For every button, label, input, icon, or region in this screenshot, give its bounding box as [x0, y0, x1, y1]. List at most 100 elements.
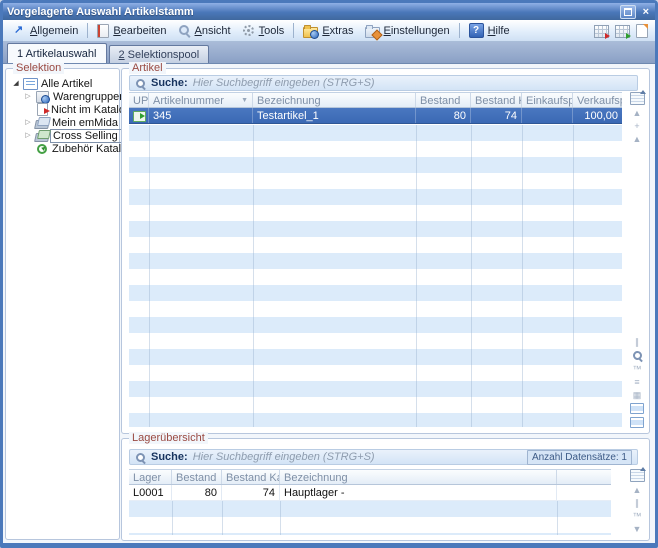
link-green-icon [133, 111, 146, 122]
dialog-window: Vorgelagerte Auswahl Artikelstamm × Allg… [0, 0, 658, 548]
column-header-up[interactable]: UP [129, 93, 149, 107]
sort-indicator-icon[interactable]: ▼ [241, 97, 248, 104]
tab-artikelauswahl[interactable]: 1 Artikelauswahl [7, 43, 107, 63]
tree-item-cross-selling-katalog[interactable]: Cross Selling Katalog [8, 129, 117, 142]
package-globe-icon [36, 91, 49, 103]
column-header-bestand[interactable]: Bestand [172, 470, 222, 484]
tree-item-mein-emmida[interactable]: Mein emMida [8, 116, 117, 129]
arrow-up-right-icon [13, 24, 26, 37]
content-area: Selektion Alle Artikel Warengruppen Nich… [3, 64, 655, 543]
selektion-group: Selektion Alle Artikel Warengruppen Nich… [5, 68, 120, 540]
close-button[interactable]: × [641, 6, 651, 18]
lager-grid-header: Lager Bestand Bestand Kalk. Bezeichnung [129, 469, 611, 485]
artikel-side-toolbar: ▲ + ▲ ∥ ™ ≡ ▦ [628, 92, 646, 428]
expander-collapsed-icon[interactable] [24, 116, 32, 129]
folder-wrench-icon [365, 27, 380, 38]
column-header-bestand[interactable]: Bestand [416, 93, 471, 107]
cell-bestand-kalk: 74 [471, 108, 522, 123]
column-header-einkaufspreis[interactable]: Einkaufspreis [522, 93, 573, 107]
table-import-green-icon[interactable] [615, 25, 630, 38]
expander-expanded-icon[interactable] [12, 77, 20, 90]
column-header-bestand-kalk[interactable]: Bestand Kalk. [222, 470, 280, 484]
tree-item-alle-artikel[interactable]: Alle Artikel [8, 77, 117, 90]
column-header-bezeichnung[interactable]: Bezeichnung [280, 470, 557, 484]
menu-item-ansicht[interactable]: Ansicht [173, 23, 236, 38]
scroll-down-icon[interactable]: ▼ [633, 524, 642, 534]
books-icon [35, 117, 49, 129]
cell-artikelnummer: 345 [149, 108, 253, 123]
cell-bezeichnung: Testartikel_1 [253, 108, 416, 123]
layout-icon[interactable]: ▦ [633, 390, 642, 400]
search-placeholder: Hier Suchbegriff eingeben (STRG+S) [193, 77, 375, 89]
menu-item-einstellungen[interactable]: Einstellungen [360, 23, 455, 39]
lager-empty-rows [129, 501, 611, 535]
expander-collapsed-icon[interactable] [24, 90, 32, 103]
cell-einkaufspreis [522, 108, 573, 123]
view-compact-icon[interactable] [630, 403, 644, 414]
magnifier-icon [178, 24, 191, 37]
lager-grid: Lager Bestand Bestand Kalk. Bezeichnung … [129, 469, 611, 501]
view-list-icon[interactable] [630, 417, 644, 428]
lager-side-toolbar: ▲ ∥ ™ ▼ [628, 469, 646, 535]
scroll-up-icon[interactable]: ▲ [633, 134, 642, 144]
cell-bestand: 80 [172, 485, 222, 500]
tree-item-nicht-im-katalog[interactable]: Nicht im Katalog [8, 103, 117, 116]
restore-icon [624, 8, 632, 16]
lager-row[interactable]: L0001 80 74 Hauptlager - [129, 485, 611, 501]
recycle-icon [37, 144, 47, 154]
tab-selektionspool[interactable]: 2 Selektionspool [109, 45, 210, 63]
help-icon: ? [469, 23, 484, 38]
tab-strip: 1 Artikelauswahl 2 Selektionspool [3, 42, 655, 64]
cell-bezeichnung: Hauptlager - [280, 485, 557, 500]
column-header-verkaufspreis[interactable]: Verkaufspreis [573, 93, 622, 107]
gear-icon [242, 24, 255, 37]
artikel-search-input[interactable]: Suche: Hier Suchbegriff eingeben (STRG+S… [129, 75, 638, 91]
expander-collapsed-icon[interactable] [24, 129, 32, 142]
group-panel-icon[interactable]: ∥ [635, 337, 640, 347]
column-header-lager[interactable]: Lager [129, 470, 172, 484]
list-icon [23, 78, 38, 90]
add-row-icon[interactable]: + [634, 121, 639, 131]
search-placeholder: Hier Suchbegriff eingeben (STRG+S) [193, 451, 375, 463]
column-header-bestand-kalk[interactable]: Bestand Kalk. [471, 93, 522, 107]
tree-item-zubehoer-katalog[interactable]: Zubehör Katalog [8, 142, 117, 155]
menu-item-extras[interactable]: Extras [298, 23, 358, 39]
search-icon [135, 78, 146, 89]
menu-item-allgemein[interactable]: Allgemein [8, 23, 83, 38]
column-chooser-icon[interactable] [630, 469, 645, 482]
search-icon [135, 452, 146, 463]
artikel-row-selected[interactable]: 345 Testartikel_1 80 74 100,00 [129, 108, 622, 124]
window-title: Vorgelagerte Auswahl Artikelstamm [7, 6, 194, 18]
cell-verkaufspreis: 100,00 [573, 108, 622, 123]
menu-item-bearbeiten[interactable]: Bearbeiten [92, 23, 171, 39]
cell-bestand-kalk: 74 [222, 485, 280, 500]
best-fit-icon[interactable]: ™ [633, 511, 642, 521]
column-chooser-icon[interactable] [630, 92, 645, 105]
restore-button[interactable] [620, 5, 636, 19]
lager-group: Lagerübersicht Suche: Hier Suchbegriff e… [121, 438, 650, 541]
filter-icon[interactable]: ≡ [634, 377, 639, 387]
menu-separator [87, 23, 88, 38]
new-document-icon[interactable] [636, 24, 648, 38]
lager-search-input[interactable]: Suche: Hier Suchbegriff eingeben (STRG+S… [129, 449, 638, 465]
group-panel-icon[interactable]: ∥ [635, 498, 640, 508]
cell-bestand: 80 [416, 108, 471, 123]
column-header-empty [557, 470, 611, 484]
column-header-bezeichnung[interactable]: Bezeichnung [253, 93, 416, 107]
menu-bar: Allgemein Bearbeiten Ansicht Tools Extra… [3, 20, 655, 42]
scroll-top-icon[interactable]: ▲ [633, 108, 642, 118]
menu-item-hilfe[interactable]: ? Hilfe [464, 22, 515, 39]
selektion-group-label: Selektion [13, 62, 64, 74]
search-panel-icon[interactable] [632, 350, 643, 361]
scroll-up-icon[interactable]: ▲ [633, 485, 642, 495]
artikel-group: Artikel Suche: Hier Suchbegriff eingeben… [121, 68, 650, 434]
column-header-artikelnummer[interactable]: Artikelnummer ▼ [149, 93, 253, 107]
best-fit-icon[interactable]: ™ [633, 364, 642, 374]
menu-item-tools[interactable]: Tools [237, 23, 290, 38]
artikel-empty-rows [129, 125, 622, 427]
table-export-red-icon[interactable] [594, 25, 609, 38]
record-count-badge: Anzahl Datensätze: 1 [527, 450, 632, 465]
artikel-grid: UP Artikelnummer ▼ Bezeichnung Bestand B… [129, 92, 622, 124]
tree-item-warengruppen[interactable]: Warengruppen [8, 90, 117, 103]
books-green-icon [35, 130, 49, 142]
